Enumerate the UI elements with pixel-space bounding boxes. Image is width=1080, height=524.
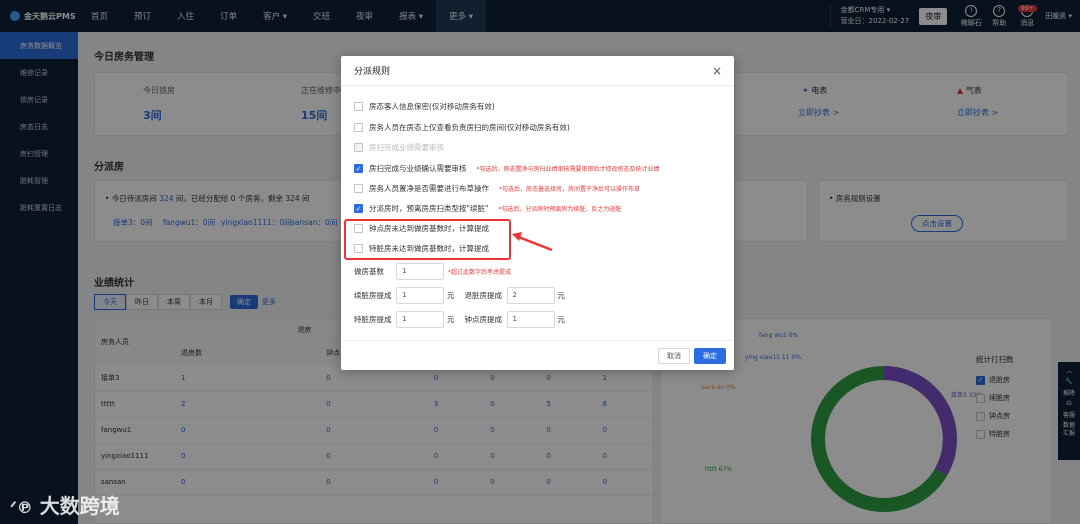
base-count-input[interactable]: 1 — [396, 263, 444, 280]
base-count-label: 做房基数 — [354, 267, 384, 276]
checkbox-icon[interactable] — [354, 184, 363, 193]
annotation-highlight-box — [344, 219, 511, 260]
checkbox-icon[interactable] — [354, 123, 363, 132]
option-review-perf: 房扫完成业绩需要审核 — [354, 142, 444, 153]
checkout-dirty-label: 退脏房提成 — [464, 291, 503, 300]
special-dirty-input[interactable]: 1 — [396, 311, 444, 328]
option-continue-dirty[interactable]: ✓ 分派房时，预离房房扫类型按"续脏" *勾选后，分派房时预离房为续脏，反之为退脏 — [354, 203, 621, 214]
checkbox-icon[interactable]: ✓ — [354, 204, 363, 213]
hourly-input[interactable]: 1 — [506, 311, 555, 328]
dialog-title: 分派规则 — [354, 67, 391, 77]
dialog-footer: 取消 确定 — [341, 340, 734, 370]
base-count-row: 做房基数 1 *超过此数字后考虑提成 — [354, 263, 511, 280]
ok-button[interactable]: 确定 — [694, 348, 726, 364]
hourly-label: 钟点房提成 — [464, 315, 503, 324]
commission-row-2: 特脏房提成 1 元 钟点房提成 1 元 — [354, 311, 575, 328]
continue-dirty-input[interactable]: 1 — [396, 287, 444, 304]
dialog-header: 分派规则 × — [341, 56, 734, 86]
option-review-clean-confirm[interactable]: ✓ 房扫完成与业绩确认需要审核 *勾选后，房态置净与房扫业绩审核需要审审后才修改房态… — [354, 163, 660, 174]
option-linen-operation[interactable]: 房务人员置净是否需要进行布草操作 *勾选后，房态叠选择房，房间置干净后可以操作布草 — [354, 183, 640, 194]
checkout-dirty-input[interactable]: 2 — [506, 287, 555, 304]
cancel-button[interactable]: 取消 — [658, 348, 690, 364]
watermark-logo-icon: ᐟ℗ — [10, 498, 33, 517]
checkbox-icon — [354, 143, 363, 152]
watermark: ᐟ℗ 大数跨境 — [10, 494, 120, 518]
option-guest-privacy[interactable]: 房态客人信息保密(仅对移动房务有效) — [354, 101, 495, 112]
special-dirty-label: 特脏房提成 — [354, 315, 392, 324]
continue-dirty-label: 续脏房提成 — [354, 291, 392, 300]
option-own-rooms-only[interactable]: 房务人员在房态上仅查看负责房扫的房间(仅对移动房务有效) — [354, 122, 570, 133]
assign-rules-dialog: 分派规则 × 房态客人信息保密(仅对移动房务有效) 房务人员在房态上仅查看负责房… — [341, 56, 734, 370]
checkbox-icon[interactable] — [354, 102, 363, 111]
annotation-arrow-icon — [512, 232, 553, 252]
checkbox-icon[interactable]: ✓ — [354, 164, 363, 173]
commission-row-1: 续脏房提成 1 元 退脏房提成 2 元 — [354, 287, 575, 304]
base-count-note: *超过此数字后考虑提成 — [448, 269, 512, 276]
close-icon[interactable]: × — [712, 64, 722, 78]
